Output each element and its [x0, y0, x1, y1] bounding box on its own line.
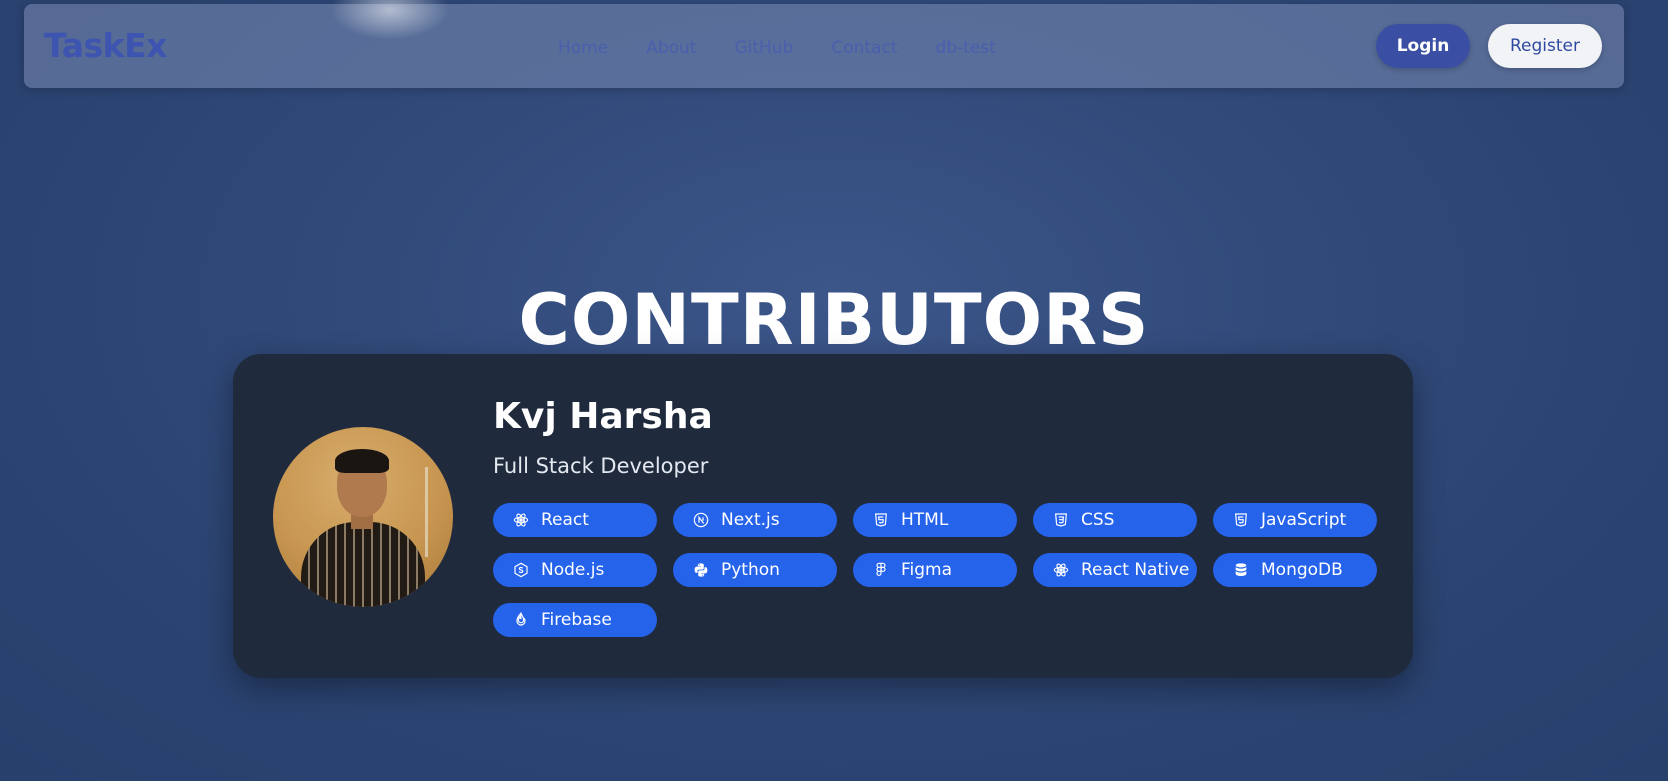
skills-list: React Next.js HTML CSS JavaScript Node.j…	[493, 503, 1383, 637]
nav-link-home[interactable]: Home	[558, 38, 608, 58]
nav-links: Home About GitHub Contact db-test	[558, 38, 1034, 58]
register-button[interactable]: Register	[1488, 24, 1602, 68]
skill-chip-react-native[interactable]: React Native	[1033, 553, 1197, 587]
nav-link-github[interactable]: GitHub	[734, 38, 793, 58]
logo[interactable]: TaskEx	[44, 26, 167, 65]
skill-label: MongoDB	[1261, 560, 1343, 580]
navbar: TaskEx Home About GitHub Contact db-test…	[24, 4, 1624, 88]
avatar	[273, 427, 453, 607]
contributor-card: Kvj Harsha Full Stack Developer React Ne…	[233, 354, 1413, 678]
html5-icon	[1235, 513, 1247, 527]
skill-chip-firebase[interactable]: Firebase	[493, 603, 657, 637]
contributor-role: Full Stack Developer	[493, 454, 709, 478]
skill-chip-python[interactable]: Python	[673, 553, 837, 587]
skill-label: JavaScript	[1261, 510, 1347, 530]
nodejs-icon	[514, 562, 528, 578]
firebase-icon	[516, 612, 526, 626]
skill-chip-nodejs[interactable]: Node.js	[493, 553, 657, 587]
nextjs-icon	[693, 512, 709, 528]
html5-icon	[875, 513, 887, 527]
react-icon	[1053, 563, 1069, 577]
skill-chip-mongodb[interactable]: MongoDB	[1213, 553, 1377, 587]
skill-label: Firebase	[541, 610, 612, 630]
skill-chip-html[interactable]: HTML	[853, 503, 1017, 537]
css3-icon	[1055, 513, 1067, 527]
react-icon	[513, 513, 529, 527]
skill-label: HTML	[901, 510, 949, 530]
nav-link-about[interactable]: About	[646, 38, 696, 58]
skill-label: Figma	[901, 560, 953, 580]
database-icon	[1235, 563, 1247, 576]
skill-label: React Native	[1081, 560, 1190, 580]
contributor-name: Kvj Harsha	[493, 396, 713, 437]
skill-label: Node.js	[541, 560, 605, 580]
python-icon	[694, 563, 708, 577]
skill-chip-nextjs[interactable]: Next.js	[673, 503, 837, 537]
skill-chip-javascript[interactable]: JavaScript	[1213, 503, 1377, 537]
skill-label: React	[541, 510, 589, 530]
figma-icon	[876, 562, 886, 576]
skill-label: Next.js	[721, 510, 780, 530]
nav-link-db-test[interactable]: db-test	[936, 38, 996, 58]
skill-chip-react[interactable]: React	[493, 503, 657, 537]
skill-chip-figma[interactable]: Figma	[853, 553, 1017, 587]
nav-link-contact[interactable]: Contact	[831, 38, 897, 58]
skill-label: Python	[721, 560, 780, 580]
skill-chip-css[interactable]: CSS	[1033, 503, 1197, 537]
login-button[interactable]: Login	[1376, 24, 1470, 68]
page-title: CONTRIBUTORS	[518, 278, 1150, 361]
skill-label: CSS	[1081, 510, 1115, 530]
